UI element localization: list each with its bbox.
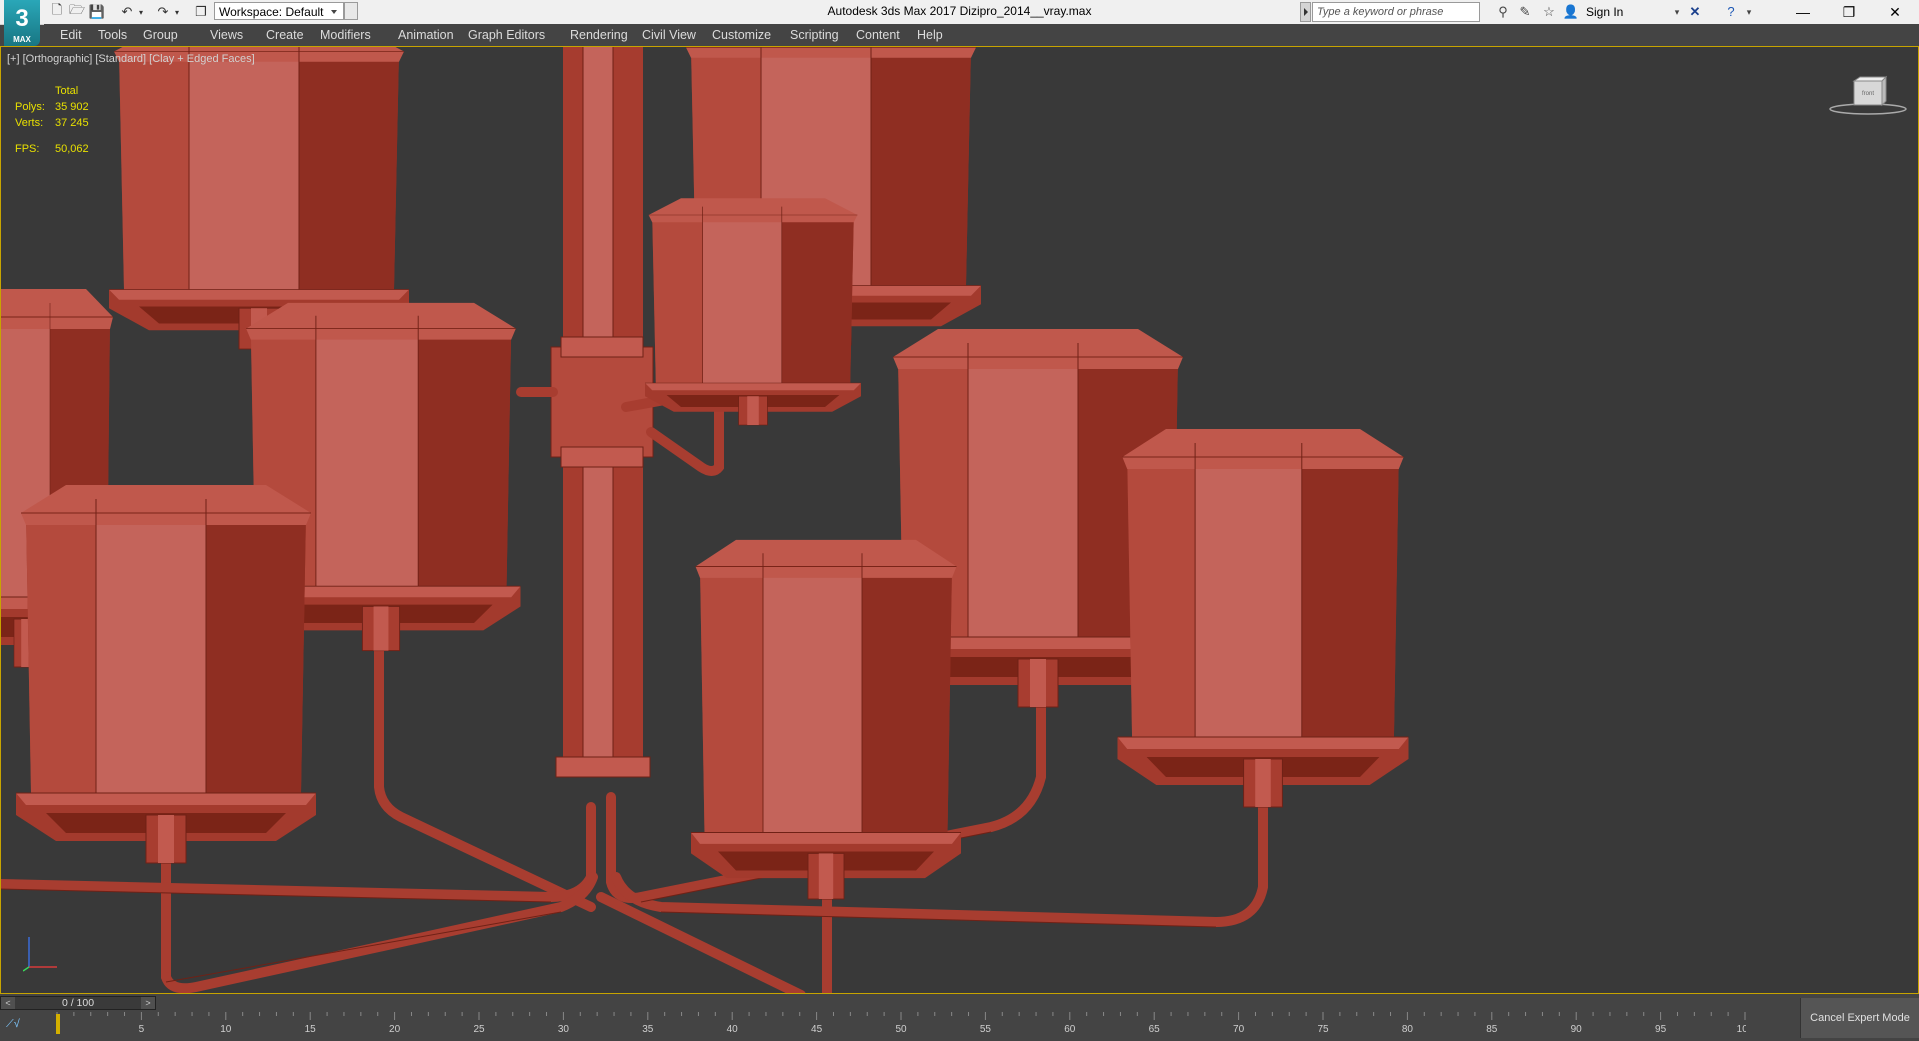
search-expand-icon[interactable] (1300, 2, 1311, 22)
viewcube-icon: front (1829, 75, 1907, 115)
cancel-expert-mode-button[interactable]: Cancel Expert Mode (1800, 998, 1919, 1038)
undo-dropdown-icon[interactable]: ▾ (136, 3, 146, 21)
open-icon[interactable]: 🗁 (68, 2, 86, 21)
user-icon[interactable]: 👤 (1562, 3, 1580, 21)
favorites-star-icon[interactable]: ☆ (1540, 3, 1558, 21)
timeline-tick-label: 50 (895, 1024, 907, 1035)
timeline-tick-label: 60 (1064, 1024, 1076, 1035)
timeline-tick-label: 35 (642, 1024, 654, 1035)
timeline-tick-label: 5 (139, 1024, 145, 1035)
menu-modifiers[interactable]: Modifiers (314, 24, 377, 46)
menu-tools[interactable]: Tools (92, 24, 133, 46)
stats-key: Polys: (15, 101, 45, 113)
restore-icon[interactable]: ❐ (1826, 0, 1872, 24)
time-slider[interactable]: < 0 / 100 > (0, 996, 156, 1010)
sign-in-dropdown-icon[interactable]: ▾ (1668, 3, 1686, 21)
timeline-tick-label: 75 (1317, 1024, 1329, 1035)
timeline-tick-label: 40 (727, 1024, 739, 1035)
menu-group[interactable]: Group (137, 24, 184, 46)
close-icon[interactable]: ✕ (1872, 0, 1918, 24)
exchange-apps-icon[interactable]: ✕ (1686, 3, 1704, 21)
chandelier-model (1, 47, 1409, 993)
title-bar: 3 MAX 🗋 🗁 💾 ↶ ▾ ↷ ▾ ❐ Workspace: Default … (0, 0, 1919, 46)
viewport-label[interactable]: [+] [Orthographic] [Standard] [Clay + Ed… (7, 53, 255, 65)
timeline-tick-label: 10 (220, 1024, 232, 1035)
minimize-icon[interactable]: — (1780, 0, 1826, 24)
perspective-viewport[interactable]: [+] [Orthographic] [Standard] [Clay + Ed… (0, 46, 1919, 994)
menu-help[interactable]: Help (911, 24, 949, 46)
workspace-selector[interactable]: Workspace: Default (214, 2, 344, 20)
timeline-tick-label: 25 (473, 1024, 485, 1035)
timeline-tick-label: 85 (1486, 1024, 1498, 1035)
stats-value: 50,062 (55, 143, 89, 155)
timeline-tick-label: 20 (389, 1024, 401, 1035)
menu-content[interactable]: Content (850, 24, 906, 46)
menu-scripting[interactable]: Scripting (784, 24, 845, 46)
communication-center-icon[interactable]: ✎ (1516, 3, 1534, 21)
menu-rendering[interactable]: Rendering (564, 24, 634, 46)
app-logo-text: 3 (15, 5, 29, 32)
stats-key: Verts: (15, 117, 44, 129)
menu-edit[interactable]: Edit (54, 24, 88, 46)
save-icon[interactable]: 💾 (88, 3, 106, 21)
menu-views[interactable]: Views (204, 24, 249, 46)
timeline-tick-label: 95 (1655, 1024, 1667, 1035)
timeline-tick-label: 30 (558, 1024, 570, 1035)
mini-curve-editor-icon[interactable]: ⟋√ (6, 1018, 36, 1034)
frame-display: 0 / 100 (61, 997, 95, 1009)
project-icon[interactable]: ❐ (192, 3, 210, 21)
viewcube-face-label: front (1862, 91, 1874, 97)
timeline-tick-label: 55 (980, 1024, 992, 1035)
axis-tripod-icon (22, 937, 57, 972)
viewcube[interactable]: front (1828, 75, 1907, 115)
timeline-tick-label: 90 (1571, 1024, 1583, 1035)
timeline-tick-label: 45 (811, 1024, 823, 1035)
axis-tripod (22, 933, 63, 973)
stats-value: 35 902 (55, 101, 89, 113)
timeline: < 0 / 100 > ⟋√ 5 10 15 20 25 30 35 40 45 50 55 60 65… (0, 994, 1919, 1041)
timeline-tick-label: 65 (1149, 1024, 1161, 1035)
menu-graph-editors[interactable]: Graph Editors (462, 24, 551, 46)
timeline-tick-label: 70 (1233, 1024, 1245, 1035)
timeline-tick-label: 80 (1402, 1024, 1414, 1035)
timeline-tick-label: 100 (1737, 1024, 1746, 1035)
current-frame-marker[interactable] (56, 1014, 60, 1034)
menu-customize[interactable]: Customize (706, 24, 777, 46)
help-icon[interactable]: ? (1722, 3, 1740, 21)
binoculars-icon[interactable]: ⚲ (1494, 3, 1512, 21)
redo-dropdown-icon[interactable]: ▾ (172, 3, 182, 21)
viewport-statistics: Total Polys: 35 902 Verts: 37 245 FPS: 50,0… (15, 83, 135, 157)
stats-key: FPS: (15, 143, 40, 155)
help-dropdown-icon[interactable]: ▾ (1740, 3, 1758, 21)
menu-civil-view[interactable]: Civil View (636, 24, 702, 46)
app-logo-sub: MAX (13, 35, 31, 44)
redo-icon[interactable]: ↷ (154, 3, 172, 21)
app-logo[interactable]: 3 MAX (4, 0, 40, 46)
next-frame-icon[interactable]: > (141, 997, 155, 1009)
search-input[interactable] (1312, 2, 1480, 22)
undo-icon[interactable]: ↶ (118, 3, 136, 21)
menu-bar: Edit Tools Group Views Create Modifiers … (44, 24, 1919, 46)
track-bar[interactable]: 5 10 15 20 25 30 35 40 45 50 55 60 65 70 75 80 85 90 95 100 (56, 1012, 1746, 1036)
infocenter-search (1300, 2, 1480, 22)
workspace-label: Workspace: Default (219, 5, 324, 19)
quick-access-customize-button[interactable] (344, 2, 358, 20)
timeline-tick-label: 15 (305, 1024, 317, 1035)
stats-header: Total (55, 85, 79, 97)
menu-create[interactable]: Create (260, 24, 310, 46)
sign-in-button[interactable]: Sign In (1586, 3, 1623, 21)
stats-value: 37 245 (55, 117, 89, 129)
prev-frame-icon[interactable]: < (1, 997, 15, 1009)
menu-animation[interactable]: Animation (392, 24, 460, 46)
new-icon[interactable]: 🗋 (48, 2, 66, 21)
